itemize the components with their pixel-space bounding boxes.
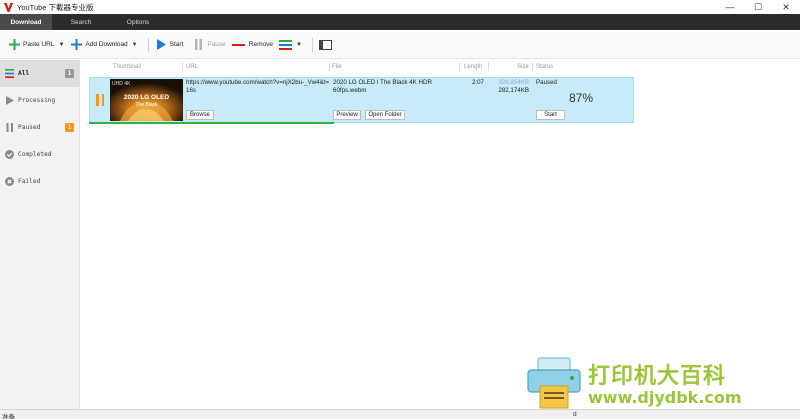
paused-state-icon [96,94,104,106]
column-divider[interactable] [488,62,489,71]
sidebar-item-completed[interactable]: Completed [0,141,79,168]
minus-icon [232,39,246,51]
sidebar-item-failed[interactable]: Failed [0,168,79,195]
download-status: Paused [536,79,557,86]
add-download-label: Add Download [85,41,128,48]
sidebar-item-label: Failed [18,178,41,185]
list-icon [5,69,14,78]
download-url: https://www.youtube.com/watch?v=njX2bu-_… [186,79,330,94]
preview-button[interactable]: Preview [333,110,361,120]
count-badge: 1 [65,123,74,132]
remove-label: Remove [248,41,274,48]
pause-icon [5,123,14,132]
column-header-status[interactable]: Status [536,60,553,73]
browse-button[interactable]: Browse [186,110,214,120]
download-progress-bar [89,122,334,124]
column-header-length[interactable]: Length [464,60,482,73]
column-divider[interactable] [182,62,183,71]
sidebar-item-label: All [18,70,30,77]
column-divider[interactable] [329,62,330,71]
download-percent: 87% [569,91,594,105]
plus-icon [8,39,20,51]
tab-search[interactable]: Search [52,14,110,30]
close-button[interactable]: ✕ [772,0,800,14]
open-folder-button[interactable]: Open Folder [365,110,405,120]
add-download-button[interactable]: Add Download ▼ [70,35,138,55]
toolbar-divider [147,37,149,52]
play-icon [155,39,167,51]
column-header-size[interactable]: Size [517,60,529,73]
plus-icon [70,39,82,51]
pause-icon [192,39,204,51]
sidebar-item-label: Paused [18,124,41,131]
sidebar-item-processing[interactable]: Processing [0,87,79,114]
column-divider[interactable] [532,62,533,71]
minimize-button[interactable]: — [716,0,744,14]
watermark-title: 打印机大百科 [588,364,727,389]
chevron-down-icon[interactable]: ▼ [58,42,64,48]
sidebar-item-label: Completed [18,151,52,158]
x-circle-icon [5,177,14,186]
download-length: 2:07 [471,79,484,86]
thumbnail-badge: UHD 4K [112,81,131,87]
toolbar: Paste URL ▼ Add Download ▼ Start Pause R… [0,31,800,59]
list-view-button[interactable]: ▼ [279,35,302,55]
start-label: Start [169,41,184,48]
watermark: 打印机大百科 www.djydbk.com [524,352,800,410]
toggle-panel-button[interactable] [319,35,336,55]
download-size-downloaded: 282,174KB [498,87,529,94]
remove-button[interactable]: Remove [232,35,273,55]
sidebar-item-label: Processing [18,97,56,104]
watermark-url: www.djydbk.com [588,388,742,407]
title-bar: YouTube 下載器专业版 — ☐ ✕ [0,0,800,14]
download-filename: 2020 LG OLED l The Black 4K HDR 60fps.we… [333,79,432,94]
column-header-url[interactable]: URL [186,60,198,73]
printer-icon [527,357,581,409]
paste-url-button[interactable]: Paste URL ▼ [8,35,64,55]
start-button[interactable]: Start [155,35,184,55]
toolbar-divider [311,37,313,52]
column-header-file[interactable]: File [332,60,342,73]
status-bar-text: 准备 [2,414,15,419]
panel-layout-icon [319,39,333,51]
sidebar-item-paused[interactable]: Paused 1 [0,114,79,141]
tab-download[interactable]: Download [0,14,52,30]
colored-list-icon [279,39,293,51]
pause-label: Pause [207,41,226,48]
start-download-button[interactable]: Start [536,110,565,120]
app-logo-icon [4,2,13,12]
app-title: YouTube 下載器专业版 [17,2,94,12]
thumbnail-subtitle: The Black [135,102,158,108]
maximize-button[interactable]: ☐ [744,0,772,14]
window-controls: — ☐ ✕ [716,0,800,14]
sidebar: All 1 Processing Paused 1 Completed Fail… [0,60,80,410]
chevron-down-icon[interactable]: ▼ [296,42,302,48]
pause-button[interactable]: Pause [192,35,226,55]
download-size-total: 326,854KB [498,79,529,86]
check-circle-icon [5,150,14,159]
status-bar-right-text: d [573,411,577,418]
tab-options[interactable]: Options [110,14,166,30]
tab-bar: Download Search Options [0,14,800,30]
chevron-down-icon[interactable]: ▼ [132,42,138,48]
video-thumbnail: UHD 4K 2020 LG OLED The Black [110,79,183,121]
status-bar: 准备 d [0,409,800,419]
sidebar-item-all[interactable]: All 1 [0,60,79,87]
column-divider[interactable] [459,62,460,71]
paste-url-label: Paste URL [23,41,55,48]
column-header-thumbnail[interactable]: Thumbnail [113,60,141,73]
play-icon [5,96,14,105]
count-badge: 1 [65,69,74,78]
thumbnail-title: 2020 LG OLED [123,94,170,101]
